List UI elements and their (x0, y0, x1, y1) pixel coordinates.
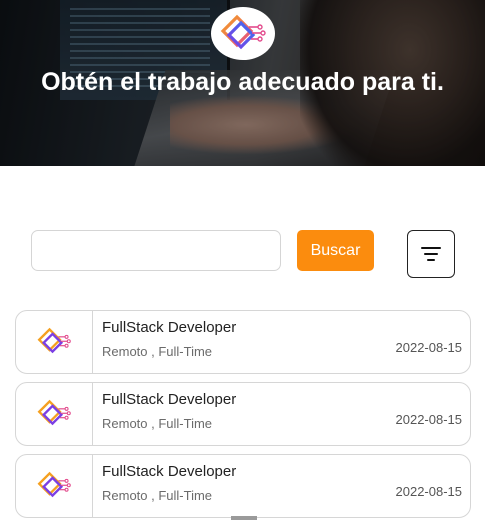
job-title: FullStack Developer (102, 391, 237, 408)
company-logo (16, 383, 93, 445)
hero-title: Obtén el trabajo adecuado para ti. (41, 68, 444, 96)
diamond-circuit-logo-icon (37, 399, 71, 426)
job-title: FullStack Developer (102, 463, 237, 480)
diamond-circuit-logo-icon (37, 327, 71, 354)
app-logo (211, 7, 275, 60)
job-meta: Remoto , Full-Time (102, 416, 213, 431)
job-date: 2022-08-15 (395, 340, 463, 355)
diamond-circuit-logo-icon (220, 14, 266, 49)
job-card[interactable]: FullStack Developer Remoto , Full-Time 2… (15, 310, 471, 374)
job-date: 2022-08-15 (395, 412, 463, 427)
hero-banner: Obtén el trabajo adecuado para ti. (0, 0, 485, 166)
search-input[interactable] (31, 230, 281, 271)
job-meta: Remoto , Full-Time (102, 344, 213, 359)
diamond-circuit-logo-icon (37, 471, 71, 498)
job-date: 2022-08-15 (395, 484, 463, 499)
search-button[interactable]: Buscar (297, 230, 374, 271)
scrollbar-thumb[interactable] (231, 516, 257, 520)
filter-button[interactable] (407, 230, 455, 278)
job-card[interactable]: FullStack Developer Remoto , Full-Time 2… (15, 454, 471, 518)
filter-icon (421, 247, 441, 261)
company-logo (16, 455, 93, 517)
job-title: FullStack Developer (102, 319, 237, 336)
company-logo (16, 311, 93, 373)
job-meta: Remoto , Full-Time (102, 488, 213, 503)
job-card[interactable]: FullStack Developer Remoto , Full-Time 2… (15, 382, 471, 446)
